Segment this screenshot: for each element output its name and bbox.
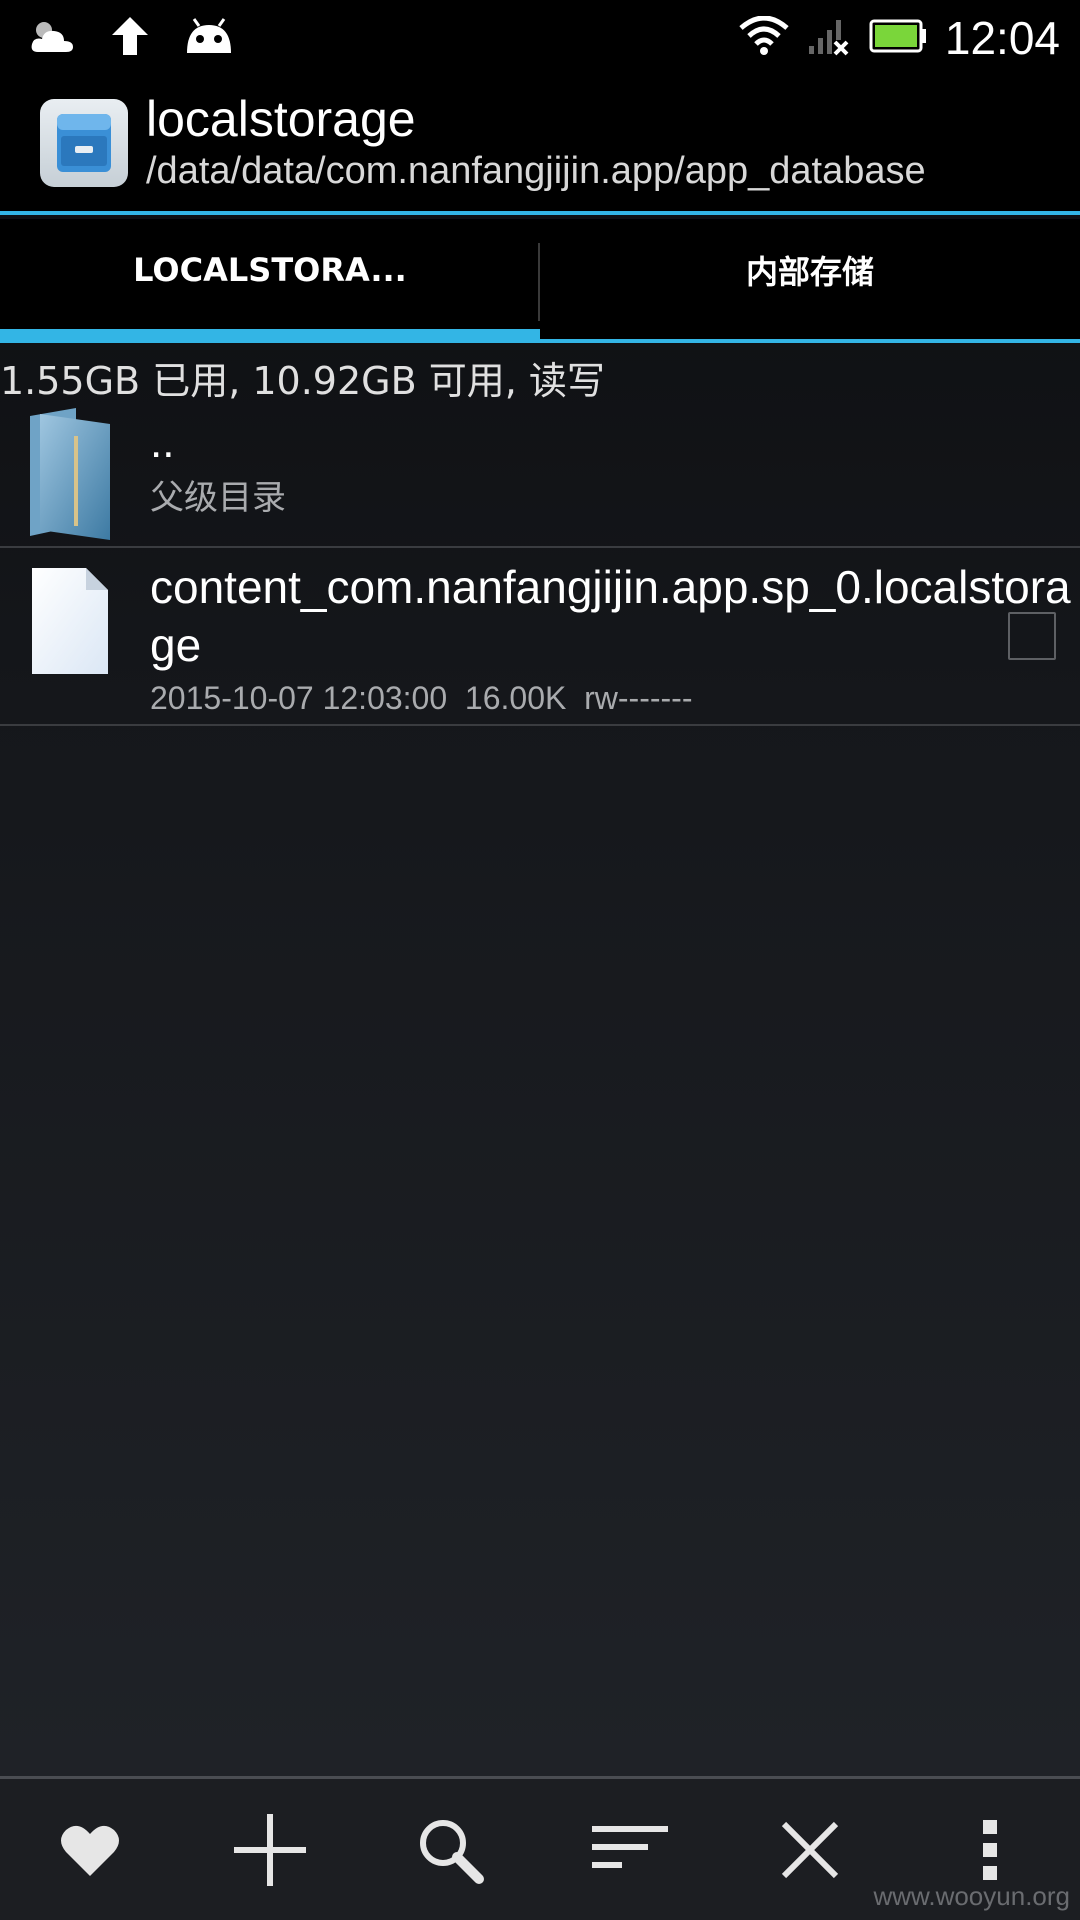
tab-localstorage[interactable]: LOCALSTORA... — [0, 219, 540, 343]
select-checkbox[interactable] — [1008, 612, 1056, 660]
tab-label: 内部存储 — [745, 253, 874, 291]
file-list-item[interactable]: content_com.nanfangjijin.app.sp_0.locals… — [0, 548, 1080, 726]
file-cabinet-icon[interactable] — [40, 99, 128, 187]
close-icon[interactable] — [750, 1790, 870, 1910]
add-plus-icon[interactable] — [210, 1790, 330, 1910]
page-title: localstorage — [146, 91, 416, 147]
android-debug-icon — [184, 17, 234, 59]
upload-arrow-icon — [110, 15, 150, 61]
tab-indicator — [540, 339, 1080, 343]
folder-icon — [24, 406, 116, 546]
wifi-icon — [739, 15, 789, 60]
signal-icon — [807, 16, 851, 60]
title-block: localstorage /data/data/com.nanfangjijin… — [146, 91, 926, 195]
weather-cloud-icon — [30, 16, 76, 60]
storage-info: 1.55GB 已用, 10.92GB 可用, 读写 — [0, 359, 605, 403]
tab-internal-storage[interactable]: 内部存储 — [540, 219, 1080, 343]
current-path: /data/data/com.nanfangjijin.app/app_data… — [146, 150, 926, 192]
status-bar: 12:04 — [0, 0, 1080, 75]
parent-directory-item[interactable]: .. 父级目录 — [0, 400, 1080, 548]
notification-icons — [30, 15, 234, 61]
search-icon[interactable] — [390, 1790, 510, 1910]
item-name: .. — [150, 418, 175, 467]
battery-icon — [869, 19, 927, 57]
tab-label: LOCALSTORA... — [133, 251, 407, 289]
action-bar: localstorage /data/data/com.nanfangjijin… — [0, 75, 1080, 215]
favorite-heart-icon[interactable] — [30, 1790, 150, 1910]
sort-icon[interactable] — [570, 1790, 690, 1910]
item-name: content_com.nanfangjijin.app.sp_0.locals… — [150, 561, 1071, 671]
file-icon — [24, 566, 112, 682]
tab-bar: LOCALSTORA... 内部存储 — [0, 219, 1080, 343]
tab-indicator-active — [0, 329, 540, 343]
system-icons: 12:04 — [739, 11, 1060, 65]
item-detail: 父级目录 — [150, 479, 286, 517]
watermark: www.wooyun.org — [873, 1881, 1070, 1911]
clock-time: 12:04 — [944, 11, 1060, 64]
item-detail: 2015-10-07 12:03:00 16.00K rw------- — [150, 680, 693, 716]
